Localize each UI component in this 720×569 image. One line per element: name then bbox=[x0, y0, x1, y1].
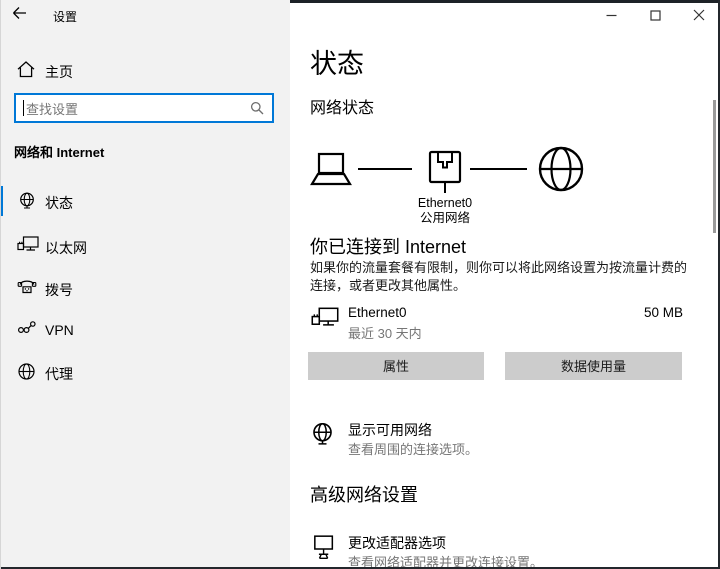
network-status-icon bbox=[17, 191, 37, 211]
sidebar-item-label: 代理 bbox=[45, 364, 73, 384]
vpn-icon bbox=[17, 320, 37, 335]
minimize-button[interactable] bbox=[594, 3, 628, 27]
adapter-name-label: Ethernet0 bbox=[395, 196, 495, 211]
network-diagram bbox=[310, 146, 600, 194]
main-content: 状态 网络状态 bbox=[290, 0, 720, 569]
vertical-scrollbar[interactable] bbox=[713, 100, 716, 233]
sidebar-item-home[interactable]: 主页 bbox=[0, 55, 290, 87]
sidebar-item-label: 拨号 bbox=[45, 280, 73, 300]
sidebar: 设置 主页 网络和 Internet 状态 bbox=[0, 0, 290, 569]
minimize-icon bbox=[606, 10, 617, 21]
usage-amount: 50 MB bbox=[644, 305, 683, 320]
window-title: 设置 bbox=[53, 8, 77, 25]
properties-button[interactable]: 属性 bbox=[308, 352, 484, 380]
ethernet-icon bbox=[17, 236, 39, 254]
sidebar-section-header: 网络和 Internet bbox=[14, 142, 104, 161]
sidebar-item-proxy[interactable]: 代理 bbox=[0, 357, 290, 387]
laptop-icon bbox=[312, 154, 350, 184]
proxy-globe-icon bbox=[17, 362, 36, 381]
adapter-name: Ethernet0 bbox=[348, 305, 407, 320]
diagram-node-label: Ethernet0 公用网络 bbox=[395, 196, 495, 226]
sidebar-item-label: 状态 bbox=[45, 193, 73, 213]
sidebar-item-ethernet[interactable]: 以太网 bbox=[0, 231, 290, 261]
sidebar-item-label: 主页 bbox=[45, 62, 73, 82]
back-button[interactable] bbox=[12, 6, 34, 26]
usage-period: 最近 30 天内 bbox=[348, 323, 422, 342]
maximize-icon bbox=[650, 10, 661, 21]
ethernet-adapter-icon bbox=[311, 306, 339, 331]
sidebar-item-vpn[interactable]: VPN bbox=[0, 315, 290, 345]
maximize-button[interactable] bbox=[638, 3, 672, 27]
page-title: 状态 bbox=[310, 42, 364, 81]
sidebar-item-label: VPN bbox=[45, 322, 74, 338]
dialup-phone-icon bbox=[17, 278, 37, 295]
sidebar-item-dialup[interactable]: 拨号 bbox=[0, 273, 290, 303]
text-caret bbox=[23, 100, 24, 116]
show-networks-subtitle: 查看周围的连接选项。 bbox=[348, 439, 478, 458]
show-networks-globe-icon bbox=[310, 421, 335, 448]
search-box[interactable] bbox=[14, 93, 274, 123]
settings-window: 设置 主页 网络和 Internet 状态 bbox=[0, 0, 720, 569]
ethernet-plug-icon bbox=[430, 152, 460, 193]
internet-globe-icon bbox=[540, 148, 582, 190]
connection-description: 如果你的流量套餐有限制，则你可以将此网络设置为按流量计费的连接，或者更改其他属性… bbox=[310, 259, 692, 295]
close-icon bbox=[693, 9, 705, 21]
network-status-heading: 网络状态 bbox=[310, 94, 374, 118]
window-left-border bbox=[0, 0, 1, 569]
adapter-options-icon bbox=[310, 535, 336, 563]
close-button[interactable] bbox=[682, 3, 716, 27]
sidebar-item-status[interactable]: 状态 bbox=[0, 186, 290, 216]
back-arrow-icon bbox=[12, 6, 34, 20]
change-adapter-options-link[interactable]: 更改适配器选项 bbox=[348, 533, 446, 553]
search-icon[interactable] bbox=[250, 101, 264, 115]
home-icon bbox=[17, 61, 35, 78]
search-input[interactable] bbox=[24, 96, 238, 122]
connection-heading: 你已连接到 Internet bbox=[310, 233, 466, 259]
sidebar-item-label: 以太网 bbox=[45, 238, 87, 258]
show-available-networks-link[interactable]: 显示可用网络 bbox=[348, 420, 432, 440]
data-usage-button[interactable]: 数据使用量 bbox=[505, 352, 682, 380]
network-type-label: 公用网络 bbox=[395, 211, 495, 226]
advanced-settings-heading: 高级网络设置 bbox=[310, 481, 418, 507]
